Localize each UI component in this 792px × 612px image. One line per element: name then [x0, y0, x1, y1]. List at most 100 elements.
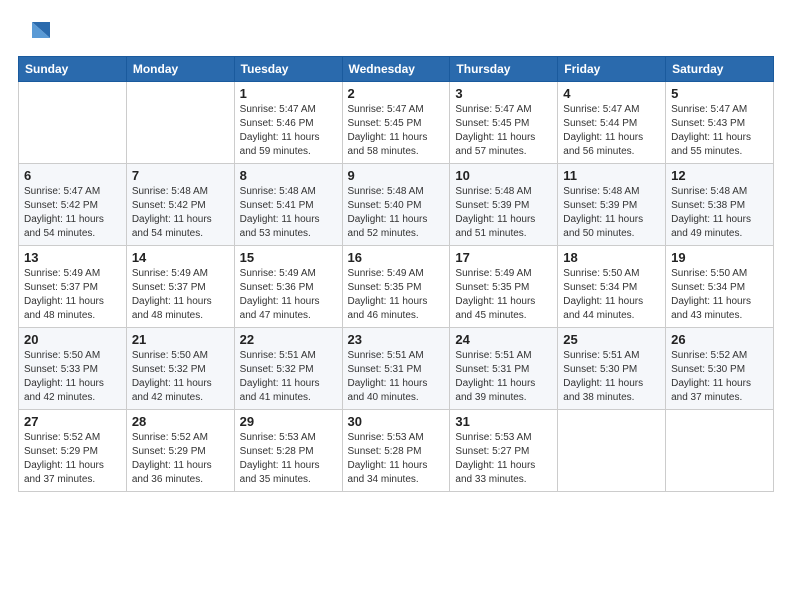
- day-info: Sunrise: 5:52 AM Sunset: 5:29 PM Dayligh…: [132, 431, 229, 487]
- day-info: Sunrise: 5:52 AM Sunset: 5:30 PM Dayligh…: [671, 349, 768, 405]
- calendar-cell: 29 Sunrise: 5:53 AM Sunset: 5:28 PM Dayli…: [234, 410, 342, 492]
- day-info: Sunrise: 5:48 AM Sunset: 5:42 PM Dayligh…: [132, 185, 229, 241]
- day-info: Sunrise: 5:53 AM Sunset: 5:28 PM Dayligh…: [240, 431, 337, 487]
- day-number: 3: [455, 86, 552, 101]
- weekday-header: Sunday: [19, 57, 127, 82]
- calendar-cell: 17Sunrise: 5:49 AM Sunset: 5:35 PM Dayli…: [450, 246, 558, 328]
- day-info: Sunrise: 5:47 AM Sunset: 5:42 PM Dayligh…: [24, 185, 121, 241]
- day-info: Sunrise: 5:51 AM Sunset: 5:32 PM Dayligh…: [240, 349, 337, 405]
- calendar-cell: 21 Sunrise: 5:50 AM Sunset: 5:32 PM Dayli…: [126, 328, 234, 410]
- day-number: 25: [563, 332, 660, 347]
- logo: [18, 18, 50, 46]
- day-info: Sunrise: 5:48 AM Sunset: 5:40 PM Dayligh…: [348, 185, 445, 241]
- day-info: Sunrise: 5:50 AM Sunset: 5:34 PM Dayligh…: [563, 267, 660, 323]
- calendar-cell: 8Sunrise: 5:48 AM Sunset: 5:41 PM Daylig…: [234, 164, 342, 246]
- day-number: 4: [563, 86, 660, 101]
- calendar-cell: 14 Sunrise: 5:49 AM Sunset: 5:37 PM Dayli…: [126, 246, 234, 328]
- calendar-cell: 28 Sunrise: 5:52 AM Sunset: 5:29 PM Dayli…: [126, 410, 234, 492]
- calendar-cell: 10 Sunrise: 5:48 AM Sunset: 5:39 PM Dayli…: [450, 164, 558, 246]
- day-number: 9: [348, 168, 445, 183]
- calendar-cell: 7 Sunrise: 5:48 AM Sunset: 5:42 PM Daylig…: [126, 164, 234, 246]
- calendar-cell: 6Sunrise: 5:47 AM Sunset: 5:42 PM Daylig…: [19, 164, 127, 246]
- calendar-cell: 4Sunrise: 5:47 AM Sunset: 5:44 PM Daylig…: [558, 82, 666, 164]
- page: SundayMondayTuesdayWednesdayThursdayFrid…: [0, 0, 792, 510]
- calendar-week-row: 20 Sunrise: 5:50 AM Sunset: 5:33 PM Dayli…: [19, 328, 774, 410]
- day-info: Sunrise: 5:49 AM Sunset: 5:37 PM Dayligh…: [24, 267, 121, 323]
- day-number: 14: [132, 250, 229, 265]
- calendar-cell: [19, 82, 127, 164]
- day-number: 20: [24, 332, 121, 347]
- calendar-cell: 16Sunrise: 5:49 AM Sunset: 5:35 PM Dayli…: [342, 246, 450, 328]
- day-info: Sunrise: 5:53 AM Sunset: 5:28 PM Dayligh…: [348, 431, 445, 487]
- day-number: 10: [455, 168, 552, 183]
- day-number: 31: [455, 414, 552, 429]
- calendar-cell: 25 Sunrise: 5:51 AM Sunset: 5:30 PM Dayli…: [558, 328, 666, 410]
- calendar-cell: 22 Sunrise: 5:51 AM Sunset: 5:32 PM Dayli…: [234, 328, 342, 410]
- day-number: 29: [240, 414, 337, 429]
- calendar-cell: [126, 82, 234, 164]
- day-info: Sunrise: 5:49 AM Sunset: 5:35 PM Dayligh…: [348, 267, 445, 323]
- day-number: 11: [563, 168, 660, 183]
- calendar-cell: 20 Sunrise: 5:50 AM Sunset: 5:33 PM Dayli…: [19, 328, 127, 410]
- day-info: Sunrise: 5:50 AM Sunset: 5:33 PM Dayligh…: [24, 349, 121, 405]
- day-number: 7: [132, 168, 229, 183]
- weekday-header: Thursday: [450, 57, 558, 82]
- day-info: Sunrise: 5:50 AM Sunset: 5:34 PM Dayligh…: [671, 267, 768, 323]
- calendar-cell: 11 Sunrise: 5:48 AM Sunset: 5:39 PM Dayli…: [558, 164, 666, 246]
- calendar: SundayMondayTuesdayWednesdayThursdayFrid…: [18, 56, 774, 492]
- calendar-cell: 13 Sunrise: 5:49 AM Sunset: 5:37 PM Dayli…: [19, 246, 127, 328]
- day-info: Sunrise: 5:47 AM Sunset: 5:43 PM Dayligh…: [671, 103, 768, 159]
- calendar-week-row: 13 Sunrise: 5:49 AM Sunset: 5:37 PM Dayli…: [19, 246, 774, 328]
- day-number: 18: [563, 250, 660, 265]
- calendar-cell: 15 Sunrise: 5:49 AM Sunset: 5:36 PM Dayli…: [234, 246, 342, 328]
- day-info: Sunrise: 5:53 AM Sunset: 5:27 PM Dayligh…: [455, 431, 552, 487]
- day-number: 17: [455, 250, 552, 265]
- calendar-cell: 26 Sunrise: 5:52 AM Sunset: 5:30 PM Dayli…: [666, 328, 774, 410]
- weekday-header: Saturday: [666, 57, 774, 82]
- calendar-cell: 5 Sunrise: 5:47 AM Sunset: 5:43 PM Daylig…: [666, 82, 774, 164]
- logo-icon: [22, 18, 50, 46]
- calendar-cell: 19Sunrise: 5:50 AM Sunset: 5:34 PM Dayli…: [666, 246, 774, 328]
- calendar-cell: 31 Sunrise: 5:53 AM Sunset: 5:27 PM Dayli…: [450, 410, 558, 492]
- day-number: 28: [132, 414, 229, 429]
- day-info: Sunrise: 5:48 AM Sunset: 5:39 PM Dayligh…: [455, 185, 552, 241]
- calendar-cell: 24 Sunrise: 5:51 AM Sunset: 5:31 PM Dayli…: [450, 328, 558, 410]
- day-info: Sunrise: 5:52 AM Sunset: 5:29 PM Dayligh…: [24, 431, 121, 487]
- day-info: Sunrise: 5:48 AM Sunset: 5:38 PM Dayligh…: [671, 185, 768, 241]
- day-info: Sunrise: 5:50 AM Sunset: 5:32 PM Dayligh…: [132, 349, 229, 405]
- calendar-cell: 12 Sunrise: 5:48 AM Sunset: 5:38 PM Dayli…: [666, 164, 774, 246]
- calendar-week-row: 6Sunrise: 5:47 AM Sunset: 5:42 PM Daylig…: [19, 164, 774, 246]
- day-number: 24: [455, 332, 552, 347]
- day-number: 15: [240, 250, 337, 265]
- day-number: 1: [240, 86, 337, 101]
- calendar-cell: 3Sunrise: 5:47 AM Sunset: 5:45 PM Daylig…: [450, 82, 558, 164]
- day-number: 26: [671, 332, 768, 347]
- calendar-cell: 27 Sunrise: 5:52 AM Sunset: 5:29 PM Dayli…: [19, 410, 127, 492]
- day-number: 30: [348, 414, 445, 429]
- weekday-header: Wednesday: [342, 57, 450, 82]
- day-info: Sunrise: 5:49 AM Sunset: 5:37 PM Dayligh…: [132, 267, 229, 323]
- day-number: 27: [24, 414, 121, 429]
- day-info: Sunrise: 5:49 AM Sunset: 5:36 PM Dayligh…: [240, 267, 337, 323]
- day-number: 23: [348, 332, 445, 347]
- calendar-cell: 30 Sunrise: 5:53 AM Sunset: 5:28 PM Dayli…: [342, 410, 450, 492]
- calendar-cell: 1 Sunrise: 5:47 AM Sunset: 5:46 PM Daylig…: [234, 82, 342, 164]
- day-number: 22: [240, 332, 337, 347]
- calendar-cell: 9 Sunrise: 5:48 AM Sunset: 5:40 PM Daylig…: [342, 164, 450, 246]
- day-info: Sunrise: 5:51 AM Sunset: 5:30 PM Dayligh…: [563, 349, 660, 405]
- day-number: 8: [240, 168, 337, 183]
- calendar-cell: 18 Sunrise: 5:50 AM Sunset: 5:34 PM Dayli…: [558, 246, 666, 328]
- calendar-week-row: 1 Sunrise: 5:47 AM Sunset: 5:46 PM Daylig…: [19, 82, 774, 164]
- calendar-cell: [666, 410, 774, 492]
- weekday-header: Friday: [558, 57, 666, 82]
- day-number: 12: [671, 168, 768, 183]
- day-info: Sunrise: 5:51 AM Sunset: 5:31 PM Dayligh…: [348, 349, 445, 405]
- day-info: Sunrise: 5:47 AM Sunset: 5:46 PM Dayligh…: [240, 103, 337, 159]
- day-number: 21: [132, 332, 229, 347]
- day-number: 13: [24, 250, 121, 265]
- day-info: Sunrise: 5:51 AM Sunset: 5:31 PM Dayligh…: [455, 349, 552, 405]
- day-info: Sunrise: 5:48 AM Sunset: 5:39 PM Dayligh…: [563, 185, 660, 241]
- header: [18, 18, 774, 46]
- day-number: 5: [671, 86, 768, 101]
- calendar-cell: 2Sunrise: 5:47 AM Sunset: 5:45 PM Daylig…: [342, 82, 450, 164]
